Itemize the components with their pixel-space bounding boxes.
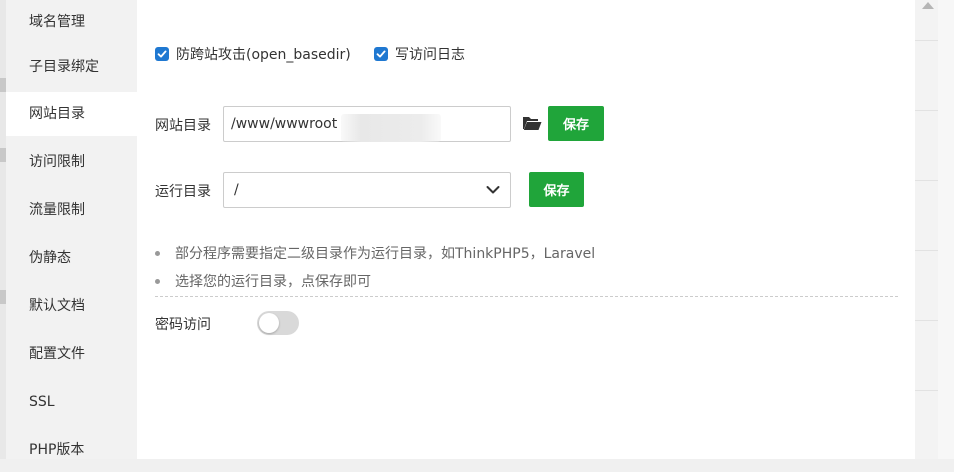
access-log-checkbox-group[interactable]: 写访问日志 <box>374 45 465 63</box>
tip-text: 选择您的运行目录，点保存即可 <box>175 274 371 290</box>
run-directory-selected-value: / <box>234 182 239 198</box>
open-basedir-checkbox-group[interactable]: 防跨站攻击(open_basedir) <box>155 45 351 63</box>
checkmark-icon <box>157 50 167 58</box>
sidebar-item-ssl[interactable]: SSL <box>6 380 137 424</box>
tip-item: 部分程序需要指定二级目录作为运行目录，如ThinkPHP5，Laravel <box>155 243 595 263</box>
tip-text: 部分程序需要指定二级目录作为运行目录，如ThinkPHP5，Laravel <box>175 246 596 262</box>
save-site-directory-button[interactable]: 保存 <box>548 106 604 141</box>
toggle-knob <box>259 313 279 333</box>
sidebar-item-site-directory[interactable]: 网站目录 <box>6 92 137 136</box>
open-basedir-checkbox[interactable] <box>155 47 169 61</box>
password-access-label: 密码访问 <box>155 317 211 333</box>
sidebar-item-default-document[interactable]: 默认文档 <box>6 284 137 328</box>
page-scrollbar[interactable] <box>938 0 954 459</box>
sidebar-item-rewrite[interactable]: 伪静态 <box>6 236 137 280</box>
chevron-down-icon <box>486 186 500 194</box>
checkmark-icon <box>376 50 386 58</box>
sidebar-item-traffic-limit[interactable]: 流量限制 <box>6 188 137 232</box>
run-directory-select[interactable]: / <box>223 172 511 208</box>
site-directory-label: 网站目录 <box>155 118 211 134</box>
site-settings-dialog: 域名管理 子目录绑定 网站目录 访问限制 流量限制 伪静态 默认文档 配置文件 … <box>6 0 915 459</box>
sidebar-item-subdirectory-binding[interactable]: 子目录绑定 <box>6 45 137 89</box>
access-log-label[interactable]: 写访问日志 <box>395 44 465 64</box>
scroll-up-arrow-icon[interactable] <box>922 2 934 9</box>
folder-open-icon[interactable] <box>522 115 542 131</box>
sidebar-item-domain-management[interactable]: 域名管理 <box>6 0 137 44</box>
save-run-directory-button[interactable]: 保存 <box>529 172 584 207</box>
bullet-icon <box>155 250 160 256</box>
redacted-path-blur <box>341 114 441 142</box>
site-directory-panel: 防跨站攻击(open_basedir) 写访问日志 网站目录 保存 运行目录 / <box>137 0 915 459</box>
bullet-icon <box>155 278 160 284</box>
settings-sidebar: 域名管理 子目录绑定 网站目录 访问限制 流量限制 伪静态 默认文档 配置文件 … <box>6 0 137 459</box>
sidebar-item-access-restriction[interactable]: 访问限制 <box>6 140 137 184</box>
access-log-checkbox[interactable] <box>374 47 388 61</box>
tip-item: 选择您的运行目录，点保存即可 <box>155 271 371 291</box>
password-access-toggle[interactable] <box>257 311 299 335</box>
sidebar-item-config-file[interactable]: 配置文件 <box>6 332 137 376</box>
sidebar-item-php-version[interactable]: PHP版本 <box>6 428 137 472</box>
run-directory-label: 运行目录 <box>155 184 211 200</box>
section-divider <box>155 296 898 297</box>
open-basedir-label[interactable]: 防跨站攻击(open_basedir) <box>176 44 351 64</box>
